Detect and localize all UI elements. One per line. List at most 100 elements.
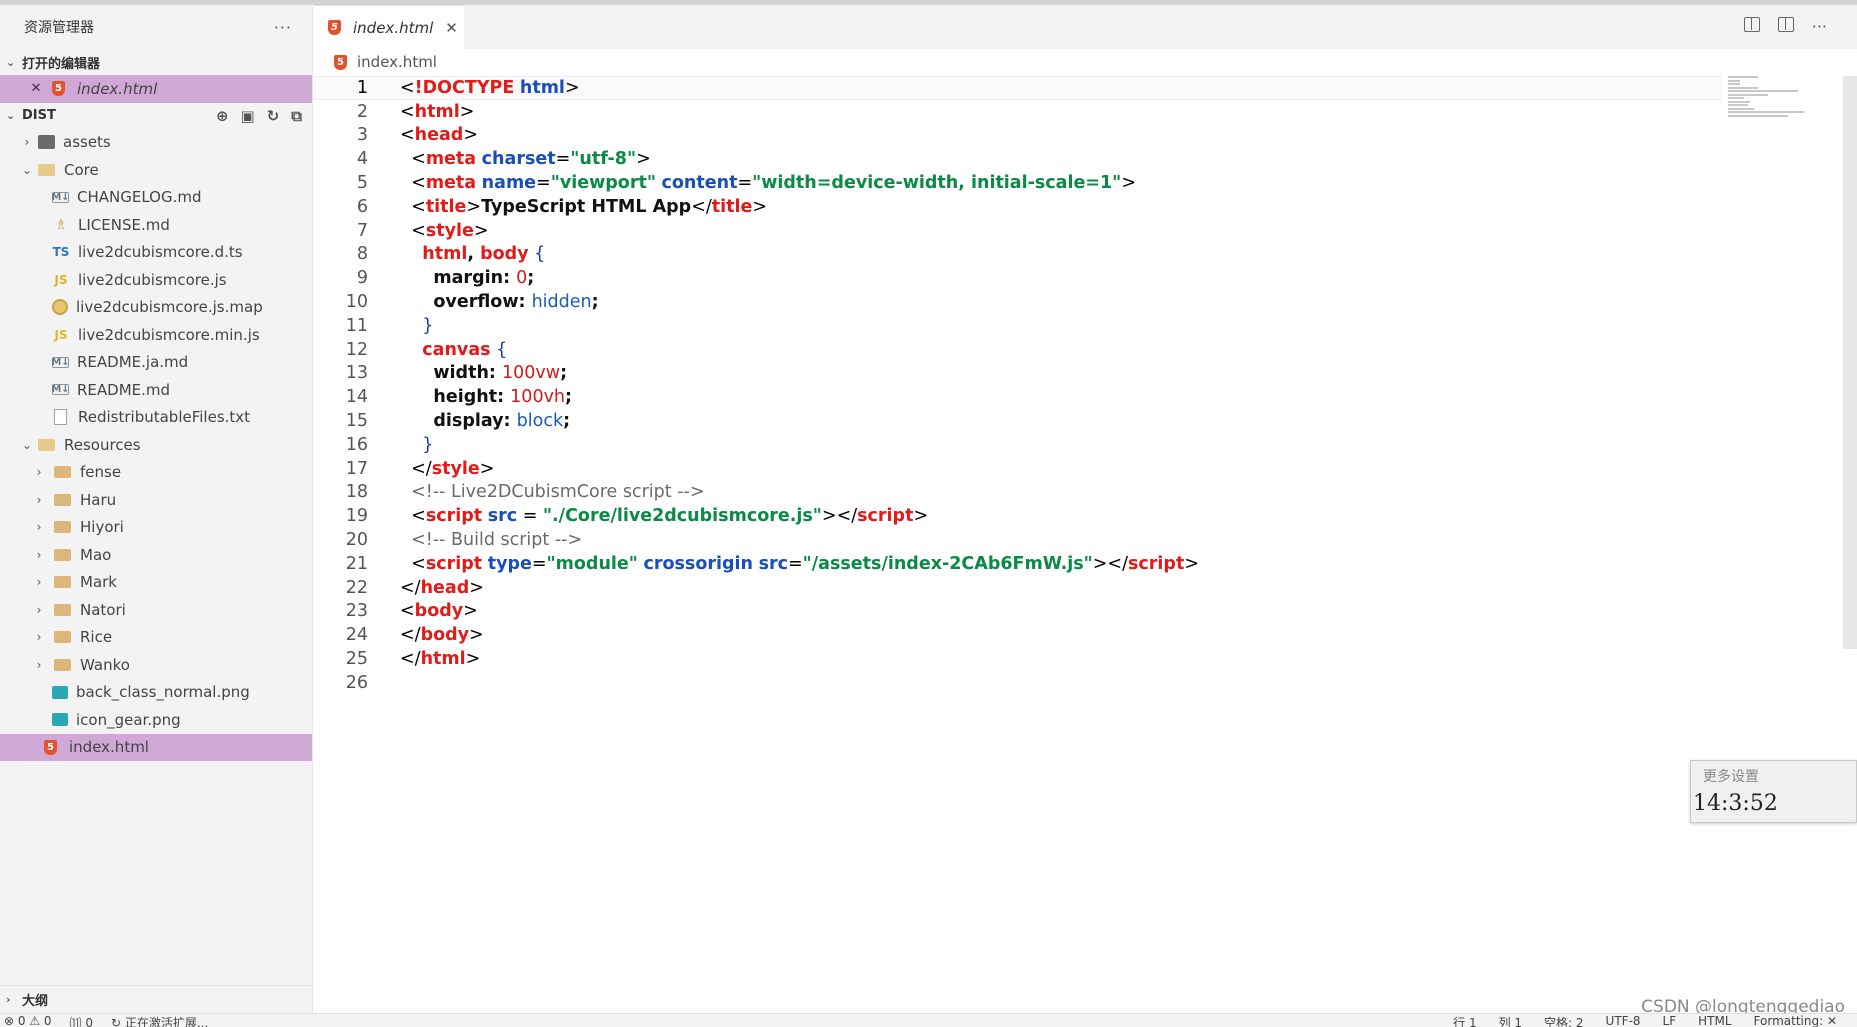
more-actions-icon[interactable]: ···	[274, 18, 292, 37]
code-line: 13 width: 100vw;	[314, 362, 1722, 386]
cursor-line[interactable]: 行 1	[1453, 1014, 1476, 1027]
line-number: 22	[345, 577, 368, 598]
code-token: head	[414, 125, 464, 146]
tree-label: LICENSE.md	[78, 215, 170, 234]
tree-label: index.html	[69, 738, 149, 757]
more-actions-icon[interactable]: ···	[1812, 17, 1827, 36]
line-number: 20	[345, 530, 368, 551]
chevron-right-icon: ›	[36, 465, 42, 480]
code-token: overflow	[433, 292, 519, 313]
tree-file-selected[interactable]: 5 index.html	[0, 733, 312, 761]
code-token: body	[420, 625, 470, 646]
line-number: 7	[356, 220, 368, 241]
tree-file[interactable]: live2dcubismcore.js.map	[0, 294, 312, 322]
eol-status[interactable]: LF	[1663, 1014, 1677, 1027]
code-token: content	[661, 173, 738, 194]
folder-icon	[54, 631, 71, 644]
tree-file[interactable]: TS live2dcubismcore.d.ts	[0, 239, 312, 267]
javascript-file-icon: JS	[54, 327, 68, 342]
tab-index-html[interactable]: 5 index.html ✕	[314, 5, 464, 49]
tree-file[interactable]: JS live2dcubismcore.min.js	[0, 321, 312, 349]
code-line: 1 <!DOCTYPE html>	[314, 76, 1722, 100]
code-token: name	[481, 173, 537, 194]
refresh-icon[interactable]: ↻	[267, 107, 280, 125]
indent-status[interactable]: 空格: 2	[1544, 1014, 1584, 1027]
tree-folder[interactable]: › Rice	[0, 624, 312, 652]
tree-folder[interactable]: › fense	[0, 459, 312, 487]
chevron-down-icon: ⌄	[21, 437, 33, 452]
code-token: head	[420, 577, 470, 598]
open-editor-label: index.html	[77, 79, 158, 98]
vertical-scrollbar[interactable]	[1843, 76, 1857, 649]
code-token: script	[1128, 553, 1185, 574]
code-editor[interactable]: 1 <!DOCTYPE html> 2 <html> 3 <head> 4 <meta…	[314, 76, 1722, 695]
open-preview-icon[interactable]	[1743, 17, 1760, 32]
tree-file[interactable]: M↓ README.ja.md	[0, 349, 312, 377]
new-folder-icon[interactable]: ▣	[241, 107, 255, 125]
tree-file[interactable]: M↓ CHANGELOG.md	[0, 184, 312, 212]
language-status[interactable]: HTML	[1698, 1014, 1731, 1027]
code-line: 10 overflow: hidden;	[314, 290, 1722, 314]
tree-label: Mark	[80, 573, 117, 592]
tree-file[interactable]: back_class_normal.png	[0, 679, 312, 707]
line-number: 14	[345, 387, 368, 408]
folder-icon	[54, 493, 71, 506]
tree-label: Wanko	[80, 655, 130, 674]
tree-folder[interactable]: › Wanko	[0, 651, 312, 679]
code-line: 11 }	[314, 314, 1722, 338]
tree-file[interactable]: ♗ LICENSE.md	[0, 211, 312, 239]
tree-file[interactable]: M↓ README.md	[0, 376, 312, 404]
tree-folder-assets[interactable]: › assets	[0, 129, 312, 157]
line-number: 19	[345, 506, 368, 527]
collapse-all-icon[interactable]: ⧉	[291, 107, 302, 125]
new-file-icon[interactable]: ⊕	[216, 107, 229, 125]
close-editor-icon[interactable]: ✕	[28, 81, 44, 96]
code-comment: <!-- Build script -->	[411, 530, 583, 551]
html5-file-icon: 5	[334, 54, 347, 70]
tree-folder[interactable]: › Mao	[0, 541, 312, 569]
open-editors-section[interactable]: ⌄ 打开的编辑器	[0, 49, 312, 75]
popup-title[interactable]: 更多设置	[1691, 761, 1856, 791]
outline-section[interactable]: › 大纲	[0, 985, 313, 1013]
tree-file[interactable]: icon_gear.png	[0, 706, 312, 734]
formatting-status[interactable]: Formatting: ✕	[1754, 1014, 1837, 1027]
code-token: html	[414, 101, 460, 122]
folder-icon	[54, 576, 71, 589]
code-token: type	[487, 553, 532, 574]
tree-label: live2dcubismcore.js.map	[76, 298, 263, 317]
tree-label: README.ja.md	[77, 353, 189, 372]
breadcrumb: 5 index.html	[314, 49, 437, 75]
tree-file[interactable]: RedistributableFiles.txt	[0, 404, 312, 432]
code-token: html	[422, 244, 468, 265]
explorer-header: 资源管理器 ···	[0, 5, 312, 49]
chevron-right-icon: ›	[36, 657, 42, 672]
tree-folder[interactable]: › Natori	[0, 596, 312, 624]
tree-folder[interactable]: › Hiyori	[0, 514, 312, 542]
encoding-status[interactable]: UTF-8	[1606, 1014, 1641, 1027]
tree-folder[interactable]: › Haru	[0, 486, 312, 514]
breadcrumb-file[interactable]: index.html	[357, 53, 437, 71]
code-line: 16 }	[314, 433, 1722, 457]
code-line: 19 <script src = "./Core/live2dcubismcor…	[314, 504, 1722, 528]
tree-label: RedistributableFiles.txt	[78, 408, 251, 427]
problems-status[interactable]: ⊗ 0 ⚠ 0	[4, 1014, 52, 1027]
split-editor-icon[interactable]	[1777, 17, 1794, 32]
tree-folder-resources[interactable]: ⌄ Resources	[0, 431, 312, 459]
line-number: 18	[345, 482, 368, 503]
outline-title: 大纲	[22, 994, 49, 1009]
ports-status[interactable]: ⑾ 0	[70, 1014, 93, 1027]
tree-folder-core[interactable]: ⌄ Core	[0, 156, 312, 184]
line-number: 25	[345, 649, 368, 670]
cursor-col[interactable]: 列 1	[1499, 1014, 1522, 1027]
open-editor-item[interactable]: ✕ 5 index.html	[0, 75, 312, 103]
dist-section[interactable]: ⌄ DIST ⊕ ▣ ↻ ⧉	[0, 103, 312, 129]
close-tab-icon[interactable]: ✕	[445, 19, 458, 37]
editor-tab-bar: 5 index.html ✕ ···	[314, 5, 1857, 49]
tree-file[interactable]: JS live2dcubismcore.js	[0, 266, 312, 294]
minimap[interactable]	[1728, 76, 1808, 126]
tree-label: live2dcubismcore.min.js	[78, 325, 260, 344]
tree-folder[interactable]: › Mark	[0, 569, 312, 597]
chevron-right-icon: ›	[36, 602, 42, 617]
code-line: 12 canvas {	[314, 338, 1722, 362]
open-editors-title: 打开的编辑器	[22, 56, 101, 72]
